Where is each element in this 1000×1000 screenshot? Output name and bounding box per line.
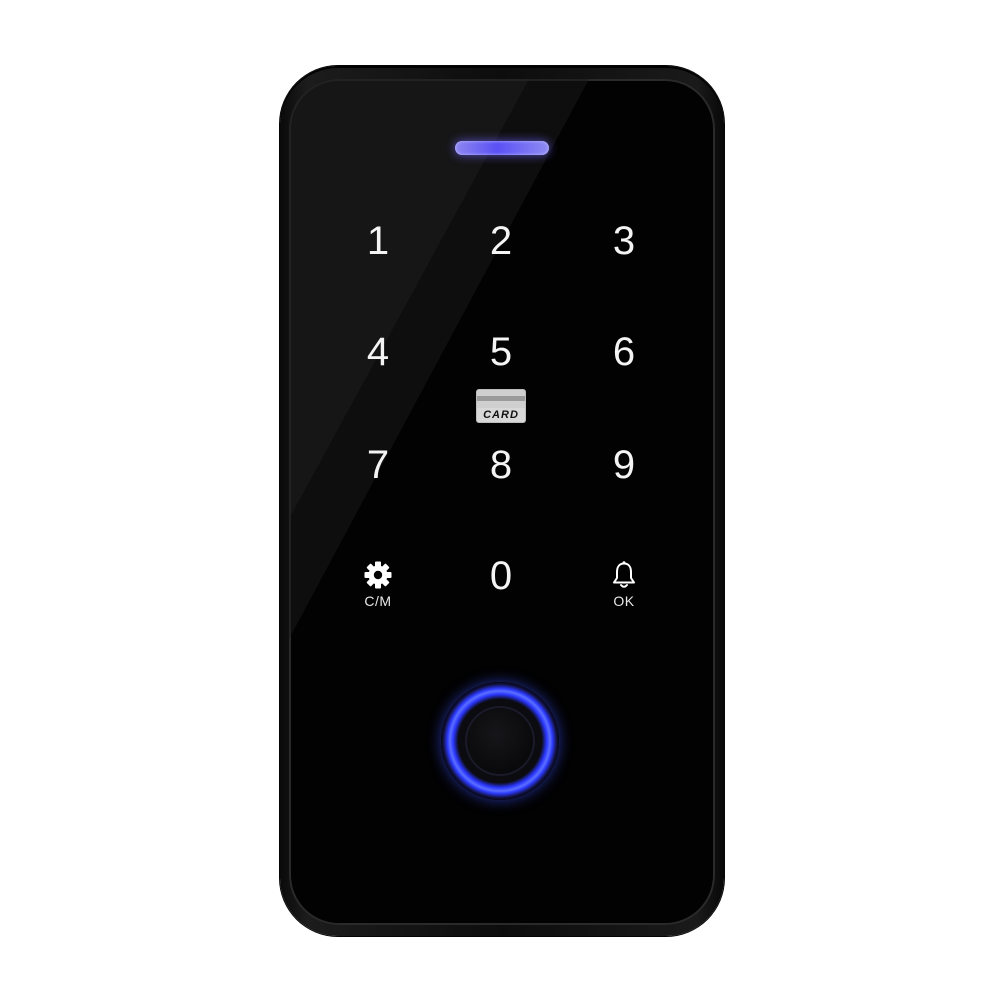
key-7[interactable]: 7 [333,435,423,495]
ok-key-label: OK [613,593,635,609]
ok-key[interactable]: OK [579,554,669,614]
key-9-label: 9 [612,443,636,487]
key-2-label: 2 [489,219,513,263]
key-4[interactable]: 4 [333,322,423,382]
status-led [455,141,549,155]
card-reader-mark[interactable]: CARD [475,389,527,425]
key-1-label: 1 [366,219,390,263]
key-5[interactable]: 5 [456,322,546,382]
key-1[interactable]: 1 [333,211,423,271]
settings-key[interactable]: C/M [333,554,423,614]
fingerprint-sensor-ring[interactable] [441,682,559,800]
key-4-label: 4 [366,330,390,374]
key-3-label: 3 [612,219,636,263]
key-9[interactable]: 9 [579,435,669,495]
key-2[interactable]: 2 [456,211,546,271]
keypad-glass-face: 1 2 3 4 5 6 CARD 7 8 9 C/M 0 OK [289,79,715,925]
key-8-label: 8 [489,443,513,487]
key-0-label: 0 [489,554,513,598]
bell-icon [613,561,635,588]
key-0[interactable]: 0 [456,546,546,606]
card-icon [476,389,526,408]
card-label: CARD [476,408,526,423]
settings-key-label: C/M [364,593,392,609]
key-3[interactable]: 3 [579,211,669,271]
key-6[interactable]: 6 [579,322,669,382]
key-7-label: 7 [366,443,390,487]
key-8[interactable]: 8 [456,435,546,495]
key-5-label: 5 [489,330,513,374]
key-6-label: 6 [612,330,636,374]
product-photo: 1 2 3 4 5 6 CARD 7 8 9 C/M 0 OK [0,0,1000,1000]
fingerprint-sensor[interactable] [465,706,535,776]
gear-icon [364,561,392,589]
